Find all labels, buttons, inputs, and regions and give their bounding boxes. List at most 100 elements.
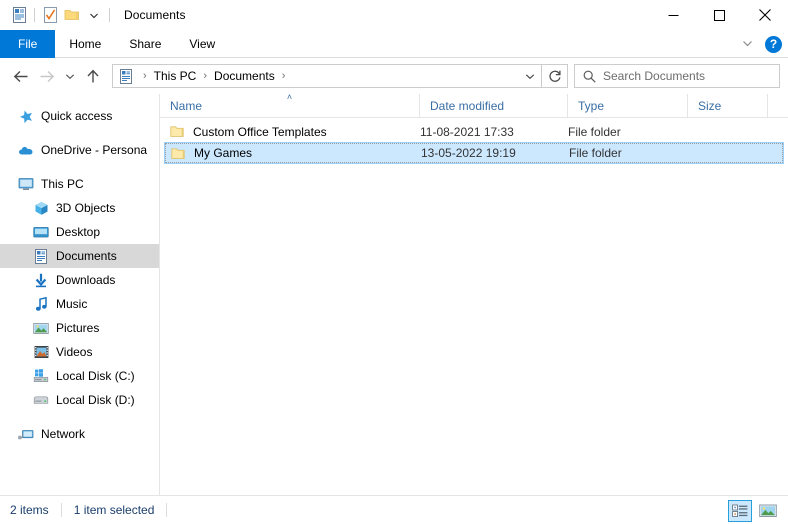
address-dropdown-chevron-icon[interactable] bbox=[519, 65, 541, 87]
sidebar-item-desktop[interactable]: Desktop bbox=[0, 220, 159, 244]
qat-separator-1 bbox=[34, 8, 35, 22]
music-note-icon bbox=[33, 296, 49, 312]
sidebar-item-quick-access[interactable]: Quick access bbox=[0, 104, 159, 128]
sidebar-gap-2 bbox=[0, 162, 159, 172]
explorer-body: Quick access OneDrive - Persona bbox=[0, 94, 788, 495]
column-header-size[interactable]: Size bbox=[688, 94, 768, 117]
close-button[interactable] bbox=[742, 0, 788, 30]
up-button[interactable] bbox=[80, 63, 106, 89]
forward-button[interactable] bbox=[34, 63, 60, 89]
qat-separator-2 bbox=[109, 8, 110, 22]
file-list-pane: ˄ Name Date modified Type Size bbox=[160, 94, 788, 495]
file-rows: Custom Office Templates 11-08-2021 17:33… bbox=[160, 118, 788, 495]
sidebar-gap-3 bbox=[0, 412, 159, 422]
file-date-cell: 11-08-2021 17:33 bbox=[420, 125, 568, 139]
search-input[interactable]: Search Documents bbox=[603, 69, 705, 83]
documents-icon bbox=[33, 248, 49, 264]
file-name: Custom Office Templates bbox=[193, 125, 327, 139]
item-count-label: 2 items bbox=[10, 503, 49, 517]
window-controls bbox=[650, 0, 788, 30]
sidebar-item-onedrive[interactable]: OneDrive - Persona bbox=[0, 138, 159, 162]
breadcrumb-this-pc[interactable]: This PC bbox=[152, 69, 199, 83]
cube-icon bbox=[33, 200, 49, 216]
sidebar-label: Documents bbox=[56, 249, 117, 263]
video-icon bbox=[33, 344, 49, 360]
folder-icon bbox=[170, 125, 185, 138]
download-arrow-icon bbox=[33, 272, 49, 288]
sidebar-item-local-disk-c[interactable]: Local Disk (C:) bbox=[0, 364, 159, 388]
column-header-name[interactable]: ˄ Name bbox=[160, 94, 420, 117]
sidebar-item-videos[interactable]: Videos bbox=[0, 340, 159, 364]
help-icon[interactable]: ? bbox=[765, 36, 782, 53]
sidebar-item-downloads[interactable]: Downloads bbox=[0, 268, 159, 292]
sidebar-item-music[interactable]: Music bbox=[0, 292, 159, 316]
sidebar-item-pictures[interactable]: Pictures bbox=[0, 316, 159, 340]
column-header-type[interactable]: Type bbox=[568, 94, 688, 117]
sort-ascending-caret-icon: ˄ bbox=[287, 94, 292, 101]
tab-home[interactable]: Home bbox=[55, 30, 115, 58]
address-bar: › This PC › Documents › Search Do bbox=[0, 58, 788, 94]
sidebar-label: Quick access bbox=[41, 109, 112, 123]
customize-qat-chevron-icon[interactable] bbox=[83, 4, 105, 26]
status-separator-1 bbox=[61, 503, 62, 517]
maximize-button[interactable] bbox=[696, 0, 742, 30]
refresh-button[interactable] bbox=[542, 64, 568, 88]
folder-icon[interactable] bbox=[61, 4, 83, 26]
back-button[interactable] bbox=[8, 63, 34, 89]
sidebar-label: Local Disk (D:) bbox=[56, 393, 135, 407]
picture-icon bbox=[33, 320, 49, 336]
column-header-date-modified[interactable]: Date modified bbox=[420, 94, 568, 117]
table-row[interactable]: Custom Office Templates 11-08-2021 17:33… bbox=[164, 121, 784, 142]
breadcrumb-bar[interactable]: › This PC › Documents › bbox=[112, 64, 542, 88]
file-date-cell: 13-05-2022 19:19 bbox=[421, 146, 569, 160]
sidebar-item-3d-objects[interactable]: 3D Objects bbox=[0, 196, 159, 220]
new-folder-checkmark-icon[interactable] bbox=[39, 4, 61, 26]
sidebar-label: This PC bbox=[41, 177, 84, 191]
status-separator-2 bbox=[166, 503, 167, 517]
search-box[interactable]: Search Documents bbox=[574, 64, 780, 88]
tab-view[interactable]: View bbox=[175, 30, 229, 58]
title-bar: Documents bbox=[0, 0, 788, 30]
column-header-row: ˄ Name Date modified Type Size bbox=[160, 94, 788, 118]
tab-file[interactable]: File bbox=[0, 30, 55, 58]
sidebar-label: Downloads bbox=[56, 273, 115, 287]
tab-share[interactable]: Share bbox=[115, 30, 175, 58]
column-label: Type bbox=[578, 99, 604, 113]
collapse-ribbon-chevron-icon[interactable] bbox=[738, 39, 757, 50]
ribbon-right-controls: ? bbox=[738, 30, 782, 58]
table-row[interactable]: My Games 13-05-2022 19:19 File folder bbox=[164, 142, 784, 164]
drive-icon bbox=[33, 392, 49, 408]
sidebar-item-local-disk-d[interactable]: Local Disk (D:) bbox=[0, 388, 159, 412]
breadcrumb-separator-2[interactable]: › bbox=[277, 70, 291, 82]
sidebar-label: 3D Objects bbox=[56, 201, 115, 215]
large-icons-view-button[interactable] bbox=[756, 500, 780, 522]
file-type-cell: File folder bbox=[569, 146, 689, 160]
file-type-cell: File folder bbox=[568, 125, 688, 139]
file-name-cell: Custom Office Templates bbox=[170, 125, 420, 139]
view-mode-buttons bbox=[728, 496, 780, 524]
sidebar-item-network[interactable]: Network bbox=[0, 422, 159, 446]
sidebar-item-this-pc[interactable]: This PC bbox=[0, 172, 159, 196]
status-bar: 2 items 1 item selected bbox=[0, 495, 788, 524]
sidebar-gap-1 bbox=[0, 128, 159, 138]
sidebar-label: OneDrive - Persona bbox=[41, 143, 147, 157]
breadcrumb-separator-1[interactable]: › bbox=[198, 70, 212, 82]
sidebar-item-documents[interactable]: Documents bbox=[0, 244, 159, 268]
file-explorer-window: Documents File Home Share View ? bbox=[0, 0, 788, 524]
sidebar-label: Desktop bbox=[56, 225, 100, 239]
breadcrumb-documents[interactable]: Documents bbox=[212, 69, 277, 83]
documents-breadcrumb-icon bbox=[113, 69, 138, 84]
navigation-pane: Quick access OneDrive - Persona bbox=[0, 94, 160, 495]
quick-access-toolbar bbox=[8, 4, 114, 26]
minimize-button[interactable] bbox=[650, 0, 696, 30]
sidebar-label: Music bbox=[56, 297, 87, 311]
sidebar-label: Local Disk (C:) bbox=[56, 369, 135, 383]
sidebar-label: Videos bbox=[56, 345, 92, 359]
properties-icon[interactable] bbox=[8, 4, 30, 26]
recent-locations-chevron-icon[interactable] bbox=[60, 63, 80, 89]
column-label: Size bbox=[698, 99, 721, 113]
system-drive-icon bbox=[33, 368, 49, 384]
breadcrumb-separator-0[interactable]: › bbox=[138, 70, 152, 82]
details-view-button[interactable] bbox=[728, 500, 752, 522]
monitor-icon bbox=[18, 176, 34, 192]
